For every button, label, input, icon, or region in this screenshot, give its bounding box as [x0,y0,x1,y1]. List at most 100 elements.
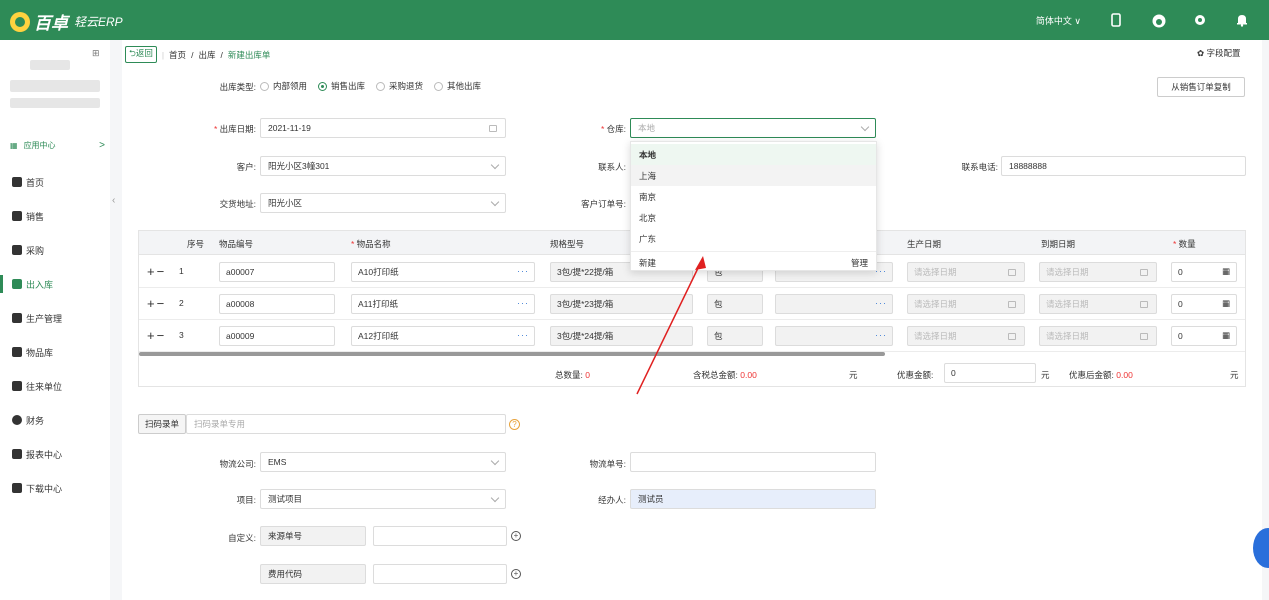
expiry-date-input[interactable]: 请选择日期 [1039,326,1157,346]
production-date-input[interactable]: 请选择日期 [907,294,1025,314]
project-select[interactable]: 测试项目 [260,489,506,509]
more-icon[interactable]: ··· [517,330,529,340]
copy-from-order-button[interactable]: 从销售订单复制 [1157,77,1245,97]
support-icon[interactable] [1151,13,1166,28]
language-switch[interactable]: 简体中文 ∨ [1036,14,1081,27]
production-date-input[interactable]: 请选择日期 [907,262,1025,282]
handler-input[interactable]: 测试员 [630,489,876,509]
item-code-input[interactable]: a00009 [219,326,335,346]
add-remove-row-icon[interactable]: +− [147,264,166,279]
warehouse-select[interactable]: 本地 [630,118,876,138]
customer-select[interactable]: 阳光小区3幢301 [260,156,506,176]
custom-field-value[interactable] [373,564,507,584]
logistics-select[interactable]: EMS [260,452,506,472]
gear-icon[interactable] [1193,13,1207,27]
breadcrumb-home[interactable]: 首页 [169,49,186,61]
field-config-button[interactable]: ✿ 字段配置 [1197,47,1241,59]
scan-input[interactable]: 扫码录单专用 [186,414,506,434]
total-qty-label: 总数量: 0 [555,370,590,380]
date-label: 出库日期: [190,123,256,135]
manage-warehouse-link[interactable]: 管理 [851,257,868,269]
chevron-down-icon [490,493,500,503]
qrcode-icon[interactable]: ⊞ [92,48,100,59]
cart-icon [12,245,22,255]
date-input[interactable]: 2021-11-19 [260,118,506,138]
scan-button[interactable]: 扫码录单 [138,414,186,434]
radio-sales[interactable]: 销售出库 [318,80,365,92]
item-name-input[interactable]: A10打印纸 ··· [351,262,535,282]
mobile-icon[interactable] [1109,13,1123,27]
option-shanghai[interactable]: 上海 [631,165,876,186]
bell-icon[interactable] [1235,13,1249,27]
calculator-icon[interactable]: ▦ [1222,298,1230,309]
expiry-date-input[interactable]: 请选择日期 [1039,294,1157,314]
discount-input[interactable]: 0 [944,363,1036,383]
logo-sub: 轻云ERP [74,15,123,29]
item-name-input[interactable]: A11打印纸 ··· [351,294,535,314]
custom-field-value[interactable] [373,526,507,546]
new-warehouse-link[interactable]: 新建 [639,257,656,269]
sidebar-item-download[interactable]: 下载中心 [0,477,110,499]
finance-icon [12,415,22,425]
sidebar-item-goods[interactable]: 物品库 [0,341,110,363]
blurred-user-info [10,98,100,108]
app-center[interactable]: ▦ 应用中心 > [10,138,105,152]
address-label: 交货地址: [219,199,256,209]
batch-field[interactable]: ··· [775,326,893,346]
sidebar-item-finance[interactable]: 财务 [0,409,110,431]
more-icon[interactable]: ··· [875,330,887,340]
quantity-input[interactable]: 0 ▦ [1171,262,1237,282]
more-icon[interactable]: ··· [517,266,529,276]
total-amount-label: 含税总金额: 0.00 [693,370,757,380]
dropdown-footer: 新建 管理 [631,251,876,271]
item-name-input[interactable]: A12打印纸 ··· [351,326,535,346]
add-custom-icon[interactable]: + [511,531,521,541]
option-beijing[interactable]: 北京 [631,207,876,228]
quantity-input[interactable]: 0 ▦ [1171,326,1237,346]
table-row: +− 2 a00008 A11打印纸 ··· 3包/提*23提/箱 包 ··· 请… [139,288,1245,320]
item-code-input[interactable]: a00008 [219,294,335,314]
batch-field[interactable]: ··· [775,294,893,314]
radio-internal[interactable]: 内部领用 [260,80,307,92]
home-icon [12,177,22,187]
horizontal-scrollbar[interactable] [139,352,885,356]
sidebar-item-warehouse[interactable]: 出入库 [0,273,110,295]
add-remove-row-icon[interactable]: +− [147,328,166,343]
back-button[interactable]: ⮌返回 [125,46,157,63]
production-date-input[interactable]: 请选择日期 [907,326,1025,346]
sidebar-item-home[interactable]: 首页 [0,171,110,193]
goods-icon [12,347,22,357]
contact-label: 联系人: [598,162,626,172]
option-local[interactable]: 本地 [631,144,876,165]
sidebar-item-contacts[interactable]: 往来单位 [0,375,110,397]
item-code-input[interactable]: a00007 [219,262,335,282]
sidebar-item-sales[interactable]: 销售 [0,205,110,227]
logo[interactable]: 百卓 轻云ERP [10,9,123,34]
add-custom-icon[interactable]: + [511,569,521,579]
calendar-icon [1008,333,1016,340]
more-icon[interactable]: ··· [875,298,887,308]
sidebar-item-production[interactable]: 生产管理 [0,307,110,329]
expiry-date-input[interactable]: 请选择日期 [1039,262,1157,282]
radio-return[interactable]: 采购退货 [376,80,423,92]
radio-other[interactable]: 其他出库 [434,80,481,92]
collapse-sidebar-icon[interactable]: ‹ [112,195,122,215]
calculator-icon[interactable]: ▦ [1222,330,1230,341]
option-nanjing[interactable]: 南京 [631,186,876,207]
custom-label: 自定义: [228,533,256,543]
more-icon[interactable]: ··· [517,298,529,308]
add-remove-row-icon[interactable]: +− [147,296,166,311]
option-guangdong[interactable]: 广东 [631,228,876,249]
calculator-icon[interactable]: ▦ [1222,266,1230,277]
sidebar-item-purchase[interactable]: 采购 [0,239,110,261]
tracking-input[interactable] [630,452,876,472]
custom-field-name: 来源单号 [260,526,366,546]
quantity-input[interactable]: 0 ▦ [1171,294,1237,314]
help-icon[interactable]: ? [509,419,520,430]
address-select[interactable]: 阳光小区 [260,193,506,213]
phone-input[interactable]: 18888888 [1001,156,1246,176]
sidebar-item-report[interactable]: 报表中心 [0,443,110,465]
breadcrumb-outbound[interactable]: 出库 [198,49,215,61]
calendar-icon [1008,269,1016,276]
order-no-label: 客户订单号: [581,199,626,209]
